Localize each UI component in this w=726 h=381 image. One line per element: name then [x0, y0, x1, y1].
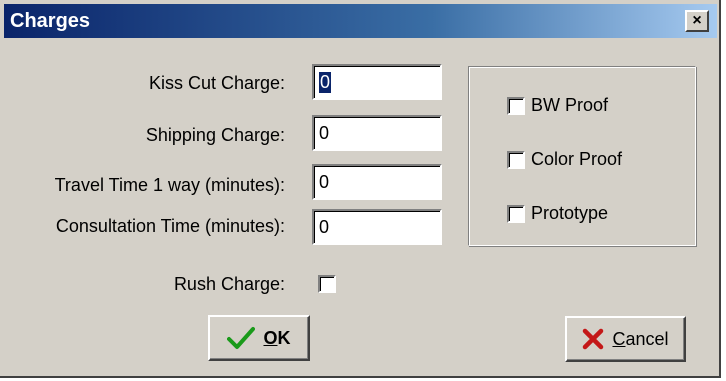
rush-charge-label: Rush Charge:	[173, 274, 285, 294]
title-bar[interactable]: Charges ×	[4, 4, 717, 38]
travel-time-value: 0	[319, 172, 330, 192]
ok-label: OK	[263, 327, 291, 348]
cancel-label: Cancel	[612, 328, 669, 349]
rush-charge-checkbox[interactable]	[318, 275, 336, 293]
x-mark-icon	[582, 328, 604, 350]
prototype-option[interactable]: Prototype	[507, 203, 608, 224]
color-proof-option[interactable]: Color Proof	[507, 149, 622, 170]
close-icon: ×	[692, 12, 702, 29]
travel-time-input[interactable]: 0	[312, 164, 442, 200]
shipping-charge-value: 0	[319, 123, 330, 143]
bw-proof-checkbox[interactable]	[507, 96, 525, 115]
kiss-cut-charge-input[interactable]: 0	[312, 64, 442, 100]
cancel-button[interactable]: Cancel	[565, 316, 686, 362]
travel-time-label: Travel Time 1 way (minutes):	[54, 175, 285, 195]
ok-button[interactable]: OK	[208, 315, 310, 361]
shipping-charge-label: Shipping Charge:	[145, 125, 285, 145]
proof-options-group: BW Proof Color Proof Prototype	[468, 66, 696, 246]
checkmark-icon	[227, 326, 256, 350]
charges-dialog: Charges × Kiss Cut Charge: Shipping Char…	[0, 0, 721, 378]
prototype-label: Prototype	[531, 203, 609, 223]
shipping-charge-input[interactable]: 0	[312, 115, 442, 151]
color-proof-label: Color Proof	[531, 149, 623, 169]
bw-proof-option[interactable]: BW Proof	[507, 95, 608, 116]
window-title: Charges	[10, 10, 91, 32]
kiss-cut-charge-value: 0	[319, 72, 332, 93]
kiss-cut-charge-label: Kiss Cut Charge:	[148, 73, 285, 93]
consultation-time-label: Consultation Time (minutes):	[55, 216, 285, 236]
consultation-time-input[interactable]: 0	[312, 209, 442, 245]
bw-proof-label: BW Proof	[531, 95, 609, 115]
consultation-time-value: 0	[319, 217, 330, 237]
close-button[interactable]: ×	[685, 10, 709, 32]
prototype-checkbox[interactable]	[507, 204, 525, 223]
color-proof-checkbox[interactable]	[507, 150, 525, 169]
